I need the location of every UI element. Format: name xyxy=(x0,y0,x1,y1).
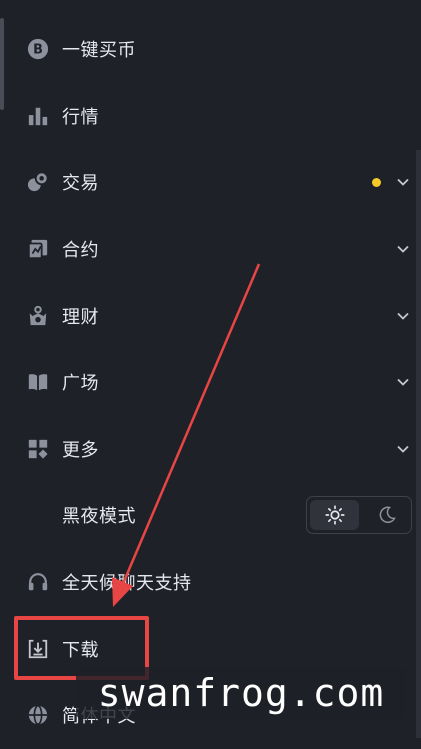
chevron-down-icon[interactable] xyxy=(396,309,410,323)
menu-item-label: 全天候聊天支持 xyxy=(62,573,192,595)
globe-icon xyxy=(26,703,50,727)
menu-item-label: 黑夜模式 xyxy=(62,506,136,528)
menu-item-label: 行情 xyxy=(62,106,99,128)
menu-item-label: 一键买币 xyxy=(62,40,136,62)
menu-item-square[interactable]: 广场 xyxy=(0,349,421,416)
menu-item-markets[interactable]: 行情 xyxy=(0,83,421,150)
menu-item-support[interactable]: 全天候聊天支持 xyxy=(0,549,421,616)
menu-item-dark-mode: 黑夜模式 xyxy=(0,482,421,549)
menu-item-label: 合约 xyxy=(62,240,99,262)
chevron-down-icon[interactable] xyxy=(396,375,410,389)
menu-item-label: 交易 xyxy=(62,173,99,195)
chevron-down-icon[interactable] xyxy=(396,442,410,456)
menu-item-label: 更多 xyxy=(62,439,99,461)
exchange-icon xyxy=(26,170,50,194)
notification-dot xyxy=(372,177,381,187)
square-book-icon xyxy=(26,370,50,394)
bar-chart-icon xyxy=(26,104,50,128)
chevron-down-icon[interactable] xyxy=(396,242,410,256)
menu-item-futures[interactable]: 合约 xyxy=(0,216,421,283)
menu-item-more[interactable]: 更多 xyxy=(0,416,421,483)
finance-icon xyxy=(26,304,50,328)
menu-item-earn[interactable]: 理财 xyxy=(0,282,421,349)
grid-more-icon xyxy=(26,437,50,461)
bitcoin-circle-icon: B xyxy=(26,37,50,61)
contract-icon xyxy=(26,237,50,261)
moon-icon[interactable] xyxy=(362,497,411,533)
menu-item-trade[interactable]: 交易 xyxy=(0,149,421,216)
chevron-down-icon[interactable] xyxy=(396,175,410,189)
watermark: swanfrog.com xyxy=(76,667,406,719)
menu-item-buy-crypto[interactable]: B 一键买币 xyxy=(0,16,421,83)
theme-toggle xyxy=(306,496,412,535)
sun-icon[interactable] xyxy=(310,500,359,531)
headset-icon xyxy=(26,570,50,594)
menu-item-label: 广场 xyxy=(62,373,99,395)
svg-text:B: B xyxy=(33,43,43,58)
menu-item-label: 理财 xyxy=(62,306,99,328)
